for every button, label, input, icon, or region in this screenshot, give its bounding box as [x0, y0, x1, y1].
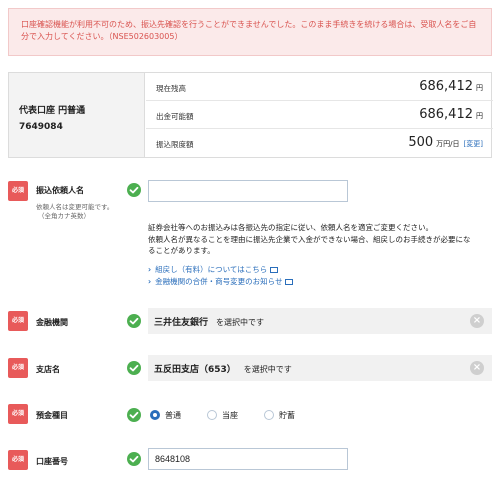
radio-toza[interactable]	[207, 410, 217, 420]
withdrawable-value-wrap: 686,412 円	[419, 107, 483, 122]
branch-selection[interactable]: 五反田支店（653） を選択中です ×	[148, 355, 492, 381]
bank-name: 三井住友銀行	[154, 318, 209, 328]
required-badge: 必須	[8, 181, 28, 201]
transfer-limit-row: 振込限度額 500 万円/日 [変更]	[146, 129, 493, 157]
branch-selection-text: 五反田支店（653） を選択中です	[154, 362, 292, 375]
account-name: 代表口座 円普通	[19, 106, 86, 116]
required-badge: 必須	[8, 358, 28, 378]
account-info: 代表口座 円普通 7649084	[9, 73, 145, 157]
merger-notice-link[interactable]: › 金融機関の合併・商号変更のお知らせ	[148, 276, 294, 287]
chevron-right-icon: ›	[148, 277, 152, 286]
requester-note-2: （全角カナ英数）	[38, 212, 90, 220]
transfer-limit-unit: 万円/日	[436, 140, 460, 148]
branch-name: 五反田支店（653）	[154, 365, 236, 375]
check-icon	[127, 408, 141, 422]
clear-icon[interactable]: ×	[470, 361, 484, 375]
balance-value: 686,412	[419, 79, 473, 94]
radio-toza-label: 当座	[222, 411, 238, 420]
branch-selected-suffix: を選択中です	[243, 365, 292, 374]
chevron-right-icon: ›	[148, 265, 152, 274]
bank-selected-suffix: を選択中です	[216, 318, 265, 327]
required-badge: 必須	[8, 311, 28, 331]
requester-note: 依頼人名は変更可能です。 （全角カナ英数）	[36, 203, 113, 221]
bank-label: 金融機関	[36, 318, 68, 327]
transfer-limit-value-wrap: 500 万円/日 [変更]	[408, 135, 483, 150]
merger-notice-link-text: 金融機関の合併・商号変更のお知らせ	[155, 277, 283, 286]
withdrawable-row: 出金可能額 686,412 円	[146, 101, 493, 129]
external-window-icon	[285, 279, 294, 285]
radio-chochiku-label: 貯蓄	[279, 411, 295, 420]
account-number-input[interactable]	[148, 448, 348, 470]
info-line-3: ることがあります。	[148, 246, 215, 255]
balance-unit: 円	[476, 84, 483, 92]
check-icon	[127, 361, 141, 375]
required-badge: 必須	[8, 404, 28, 424]
bank-selection-text: 三井住友銀行 を選択中です	[154, 315, 264, 328]
required-badge: 必須	[8, 450, 28, 470]
transfer-limit-value: 500	[408, 135, 434, 150]
transfer-limit-label: 振込限度額	[156, 140, 194, 149]
requester-info: 証券会社等へのお振込みは各振込先の指定に従い、依頼人名を適宜ご変更ください。 依…	[148, 222, 496, 257]
account-number-label: 口座番号	[36, 457, 68, 466]
requester-note-1: 依頼人名は変更可能です。	[36, 203, 114, 211]
alert-line-2: 分で入力してください。（NSE502603005）	[21, 32, 183, 41]
clear-icon[interactable]: ×	[470, 314, 484, 328]
balance-value-wrap: 686,412 円	[419, 79, 483, 94]
deposit-type-label: 預金種目	[36, 411, 68, 420]
alert-line-1: 口座確認機能が利用不可のため、振込先確認を行うことができませんでした。このまま手…	[21, 20, 477, 29]
account-summary: 代表口座 円普通 7649084 現在残高 686,412 円 出金可能額 686…	[8, 72, 493, 158]
check-icon	[127, 314, 141, 328]
branch-label: 支店名	[36, 365, 60, 374]
account-number: 7649084	[19, 122, 63, 132]
withdrawable-value: 686,412	[419, 107, 473, 122]
change-limit-link[interactable]: [変更]	[464, 140, 483, 148]
withdrawable-label: 出金可能額	[156, 112, 194, 121]
info-line-1: 証券会社等へのお振込みは各振込先の指定に従い、依頼人名を適宜ご変更ください。	[148, 223, 433, 232]
bank-selection[interactable]: 三井住友銀行 を選択中です ×	[148, 308, 492, 334]
radio-chochiku[interactable]	[264, 410, 274, 420]
check-icon	[127, 183, 141, 197]
refund-info-link-text: 組戻し（有料）についてはこちら	[155, 265, 268, 274]
check-icon	[127, 452, 141, 466]
info-line-2: 依頼人名が異なることを理由に振込先企業で入金ができない場合、組戻しのお手続きが必…	[148, 234, 471, 244]
withdrawable-unit: 円	[476, 112, 483, 120]
radio-futsu[interactable]	[150, 410, 160, 420]
radio-futsu-label: 普通	[165, 411, 181, 420]
requester-name-label: 振込依頼人名	[36, 186, 84, 195]
external-window-icon	[270, 267, 279, 273]
balance-row: 現在残高 686,412 円	[146, 73, 493, 101]
balance-label: 現在残高	[156, 84, 186, 93]
refund-info-link[interactable]: › 組戻し（有料）についてはこちら	[148, 264, 279, 275]
error-alert: 口座確認機能が利用不可のため、振込先確認を行うことができませんでした。このまま手…	[8, 8, 492, 56]
requester-name-input[interactable]	[148, 180, 348, 202]
